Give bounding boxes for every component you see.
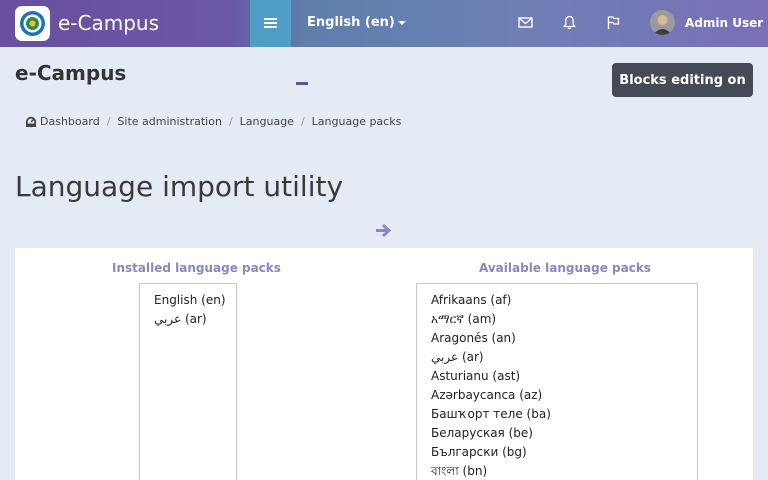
breadcrumb-site-administration[interactable]: Site administration [117, 115, 222, 128]
available-pack-option[interactable]: Azərbaycanca (az) [431, 386, 697, 405]
available-pack-option[interactable]: Aragonés (an) [431, 329, 697, 348]
blocks-editing-button[interactable]: Blocks editing on [612, 63, 753, 97]
page-heading: Language import utility [15, 170, 344, 203]
bell-icon[interactable] [562, 15, 577, 30]
nav-drawer-toggle[interactable] [250, 0, 291, 47]
avatar-icon [650, 10, 675, 35]
available-pack-option[interactable]: አማርኛ (am) [431, 310, 697, 329]
dashboard-icon [25, 116, 37, 127]
breadcrumb-dashboard[interactable]: Dashboard [40, 115, 100, 128]
breadcrumb-separator: / [300, 115, 305, 128]
hamburger-icon-bar [264, 26, 277, 28]
available-packs-list[interactable]: Afrikaans (af) አማርኛ (am) Aragonés (an) ع… [416, 283, 698, 480]
user-menu-name[interactable]: Admin User [685, 16, 763, 30]
caret-down-icon [397, 20, 406, 25]
breadcrumb-language-packs[interactable]: Language packs [312, 115, 402, 128]
decorative-dash [296, 82, 308, 85]
language-menu-label: English (en) [307, 15, 395, 30]
flag-icon[interactable] [606, 15, 621, 30]
logo-emblem-icon [20, 11, 45, 36]
arrow-right-icon [376, 223, 392, 238]
breadcrumb-separator: / [228, 115, 233, 128]
site-title: e-Campus [15, 61, 127, 85]
breadcrumb: Dashboard / Site administration / Langua… [25, 115, 401, 128]
available-pack-option[interactable]: عربي (ar) [431, 348, 697, 367]
available-pack-option[interactable]: Български (bg) [431, 443, 697, 462]
available-pack-option[interactable]: Беларуская (be) [431, 424, 697, 443]
top-navbar: e-Campus English (en) Admin User [0, 0, 768, 47]
available-packs-heading: Available language packs [479, 261, 651, 275]
available-pack-option[interactable]: Afrikaans (af) [431, 291, 697, 310]
installed-pack-option[interactable]: عربي (ar) [154, 310, 236, 329]
breadcrumb-separator: / [106, 115, 111, 128]
available-pack-option[interactable]: বাংলা (bn) [431, 462, 697, 480]
hamburger-icon-bar [264, 22, 277, 24]
available-pack-option[interactable]: Asturianu (ast) [431, 367, 697, 386]
installed-packs-list[interactable]: English (en) عربي (ar) [139, 283, 237, 480]
site-logo[interactable] [15, 6, 50, 41]
installed-packs-heading: Installed language packs [112, 261, 281, 275]
language-menu[interactable]: English (en) [307, 15, 406, 30]
hamburger-icon [264, 18, 277, 20]
envelope-icon[interactable] [518, 15, 533, 30]
brand-name[interactable]: e-Campus [58, 11, 159, 35]
installed-pack-option[interactable]: English (en) [154, 291, 236, 310]
available-pack-option[interactable]: Башҡорт теле (ba) [431, 405, 697, 424]
breadcrumb-language[interactable]: Language [240, 115, 294, 128]
user-avatar[interactable] [650, 10, 675, 35]
language-packs-panel: Installed language packs English (en) عر… [15, 248, 753, 480]
